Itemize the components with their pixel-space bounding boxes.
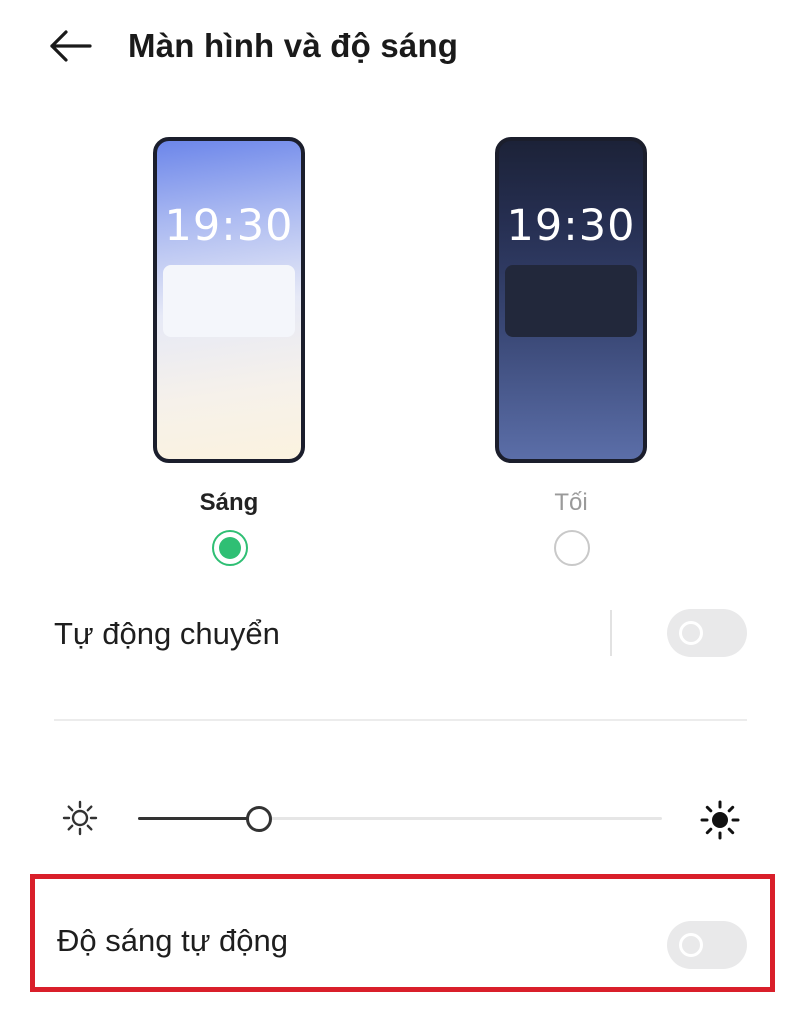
preview-clock: 19:30 bbox=[164, 201, 294, 251]
page-title: Màn hình và độ sáng bbox=[128, 27, 459, 64]
display-brightness-screen: Màn hình và độ sáng 19:30 Sáng 19:30 Tối… bbox=[0, 0, 800, 1011]
auto-brightness-toggle[interactable] bbox=[667, 921, 747, 969]
auto-switch-row[interactable]: Tự động chuyển bbox=[0, 598, 800, 670]
slider-fill bbox=[138, 817, 259, 820]
brightness-slider-row bbox=[0, 790, 800, 850]
theme-option-dark[interactable]: 19:30 Tối bbox=[495, 137, 647, 566]
auto-brightness-label: Độ sáng tự động bbox=[57, 923, 289, 958]
auto-brightness-row[interactable]: Độ sáng tự động bbox=[30, 874, 775, 992]
slider-thumb[interactable] bbox=[245, 806, 272, 832]
preview-widget bbox=[505, 265, 637, 337]
toggle-knob bbox=[679, 621, 703, 645]
radio-dark-unselected[interactable] bbox=[554, 530, 590, 566]
auto-switch-label: Tự động chuyển bbox=[54, 616, 280, 651]
light-theme-preview[interactable]: 19:30 bbox=[153, 137, 305, 463]
section-divider bbox=[54, 719, 747, 721]
brightness-slider[interactable] bbox=[138, 806, 662, 832]
arrow-left-icon bbox=[44, 30, 96, 70]
sun-outline-icon bbox=[62, 800, 98, 836]
theme-label-dark: Tối bbox=[554, 489, 588, 516]
preview-clock: 19:30 bbox=[506, 201, 636, 251]
radio-light-selected[interactable] bbox=[212, 530, 248, 566]
theme-option-light[interactable]: 19:30 Sáng bbox=[153, 137, 305, 566]
auto-switch-toggle[interactable] bbox=[667, 609, 747, 657]
divider bbox=[610, 610, 612, 656]
theme-label-light: Sáng bbox=[199, 489, 259, 516]
sun-filled-icon bbox=[700, 800, 740, 840]
toggle-knob bbox=[679, 933, 703, 957]
header: Màn hình và độ sáng bbox=[0, 0, 800, 95]
back-button[interactable] bbox=[44, 26, 96, 66]
preview-widget bbox=[163, 265, 295, 337]
dark-theme-preview[interactable]: 19:30 bbox=[495, 137, 647, 463]
